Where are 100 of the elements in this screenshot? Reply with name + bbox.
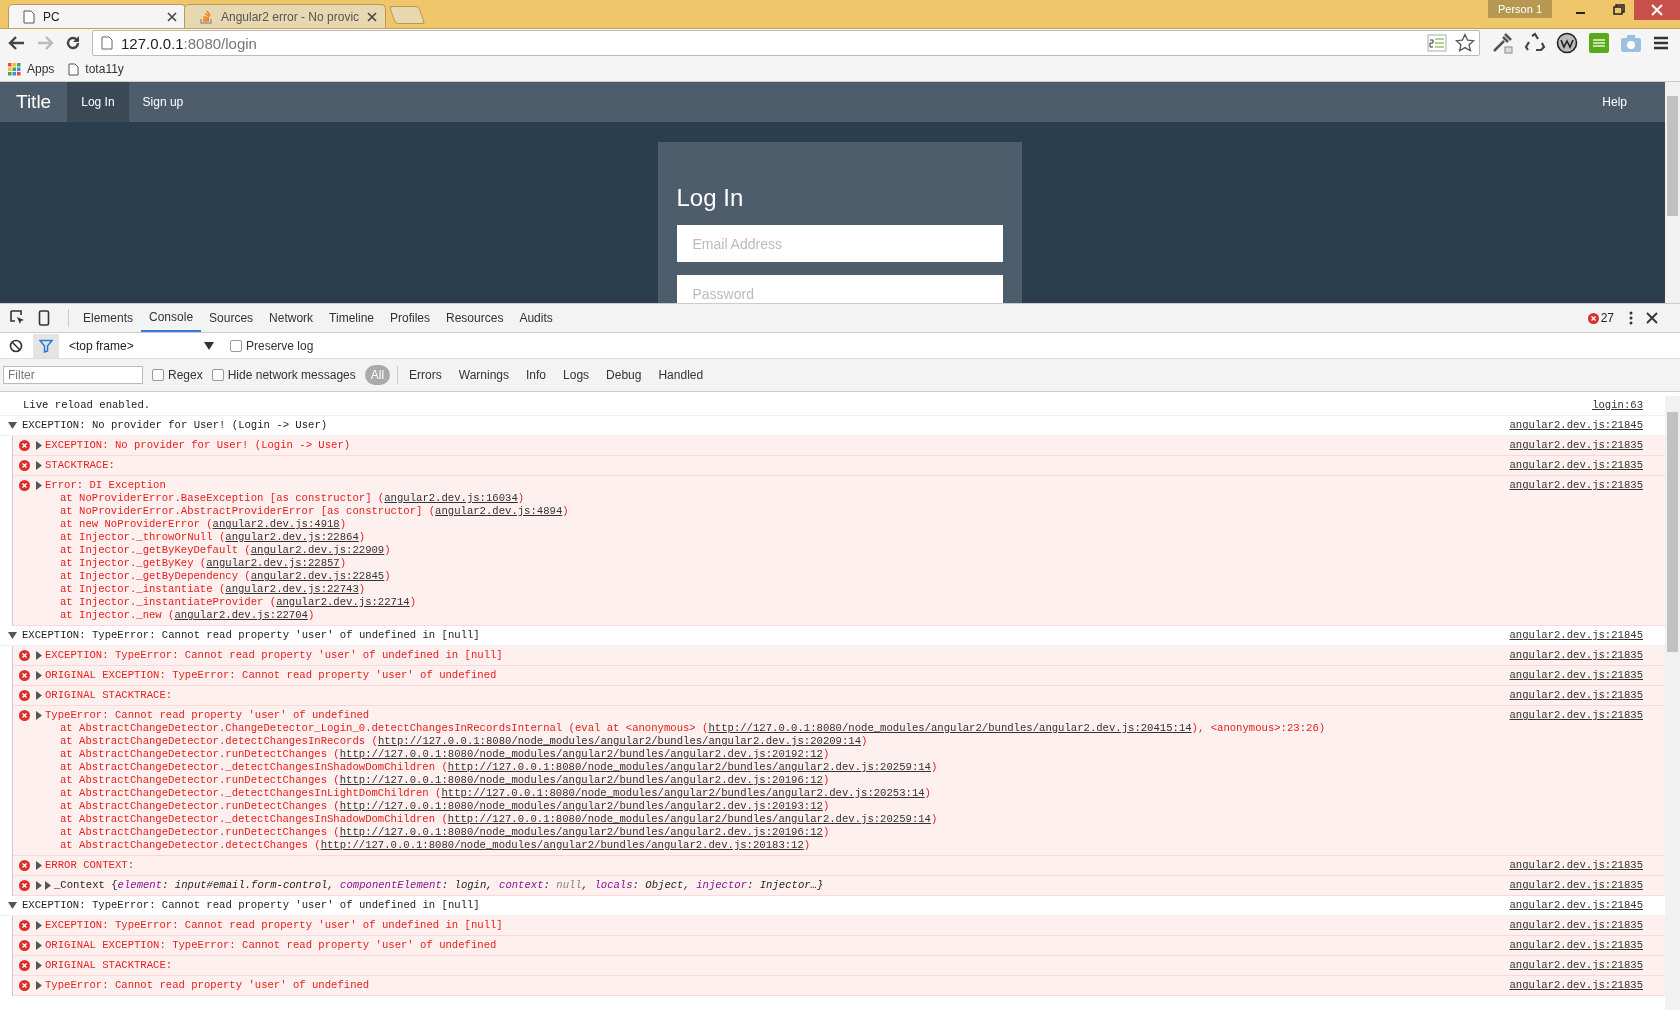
stack-trace-link[interactable]: http://127.0.0.1:8080/node_modules/angular2/bundles/angular2.dev.js:20259:14: [447, 813, 931, 825]
bookmark[interactable]: tota11y: [68, 62, 124, 76]
level-filter[interactable]: Debug: [602, 365, 646, 385]
preserve-log-checkbox[interactable]: Preserve log: [230, 338, 314, 353]
source-link[interactable]: angular2.dev.js:21835: [1499, 459, 1665, 472]
error-counter[interactable]: 27: [1587, 311, 1614, 325]
wave-circle-icon[interactable]: [1556, 32, 1578, 54]
stack-trace-link[interactable]: angular2.dev.js:22857: [206, 557, 340, 569]
level-filter[interactable]: Errors: [405, 365, 446, 385]
stack-trace-link[interactable]: http://127.0.0.1:8080/node_modules/angular2/bundles/angular2.dev.js:20196:12: [339, 826, 823, 838]
clear-console-icon[interactable]: [9, 338, 23, 353]
browser-tab[interactable]: Angular2 error - No provic: [184, 4, 387, 28]
level-filter[interactable]: Info: [522, 365, 551, 385]
stack-trace-link[interactable]: angular2.dev.js:22845: [250, 570, 385, 582]
brand-title[interactable]: Title: [0, 82, 68, 122]
source-link[interactable]: angular2.dev.js:21835: [1499, 959, 1665, 972]
level-filter[interactable]: Warnings: [454, 365, 513, 385]
device-icon[interactable]: [38, 310, 50, 326]
stack-trace-link[interactable]: angular2.dev.js:22864: [225, 531, 359, 543]
stack-trace-link[interactable]: http://127.0.0.1:8080/node_modules/angular2/bundles/angular2.dev.js:20193:12: [339, 800, 823, 812]
level-filter[interactable]: Handled: [654, 365, 708, 385]
collapsed-triangle-icon[interactable]: [35, 711, 43, 720]
expanded-triangle-icon[interactable]: [8, 631, 17, 640]
collapsed-triangle-icon[interactable]: [35, 461, 43, 470]
filter-toggle[interactable]: [33, 333, 59, 358]
stack-trace-link[interactable]: angular2.dev.js:22714: [276, 596, 410, 608]
stack-trace-link[interactable]: http://127.0.0.1:8080/node_modules/angular2/bundles/angular2.dev.js:20192:12: [339, 748, 823, 760]
collapsed-triangle-icon[interactable]: [35, 941, 43, 950]
star-icon[interactable]: [1455, 33, 1475, 53]
source-link[interactable]: angular2.dev.js:21835: [1499, 479, 1665, 492]
menu-icon[interactable]: [1652, 35, 1670, 51]
source-link[interactable]: angular2.dev.js:21835: [1499, 939, 1665, 952]
stack-trace-link[interactable]: http://127.0.0.1:8080/node_modules/angular2/bundles/angular2.dev.js:20183:12: [320, 839, 804, 851]
inspect-icon[interactable]: [10, 310, 26, 326]
help-link[interactable]: Help: [1588, 82, 1641, 122]
extension-icon[interactable]: [1588, 32, 1610, 54]
regex-checkbox[interactable]: Regex: [152, 368, 203, 382]
source-link[interactable]: angular2.dev.js:21845: [1499, 629, 1665, 642]
collapsed-triangle-icon[interactable]: [35, 481, 43, 490]
source-link[interactable]: angular2.dev.js:21835: [1499, 689, 1665, 702]
collapsed-triangle-icon[interactable]: [35, 861, 43, 870]
stack-trace-link[interactable]: angular2.dev.js:22704: [174, 609, 308, 621]
collapsed-triangle-icon[interactable]: [35, 881, 52, 890]
bookmark[interactable]: Apps: [8, 62, 55, 76]
input-field[interactable]: Password: [676, 275, 1003, 303]
browser-tab[interactable]: PC: [8, 4, 186, 28]
recycle-icon[interactable]: [1524, 32, 1546, 54]
devtools-tab[interactable]: Console: [141, 304, 202, 332]
back-arrow-icon[interactable]: [8, 35, 26, 51]
input-field[interactable]: Email Address: [676, 225, 1003, 262]
devtools-tab[interactable]: Network: [261, 304, 322, 332]
object-preview[interactable]: _Context {element: input#email.form-control, componentElement: login, context: null, locals: Object, injector: Injector…}: [54, 879, 824, 892]
more-options-icon[interactable]: [1628, 310, 1634, 326]
stack-trace-link[interactable]: angular2.dev.js:22909: [250, 544, 385, 556]
collapsed-triangle-icon[interactable]: [35, 671, 43, 680]
nav-link[interactable]: Log In: [67, 82, 129, 122]
stack-trace-link[interactable]: http://127.0.0.1:8080/node_modules/angular2/bundles/angular2.dev.js:20415:14: [708, 722, 1192, 734]
expanded-triangle-icon[interactable]: [8, 421, 17, 430]
source-link[interactable]: angular2.dev.js:21835: [1499, 859, 1665, 872]
source-link[interactable]: angular2.dev.js:21835: [1499, 439, 1665, 452]
source-link[interactable]: angular2.dev.js:21845: [1499, 899, 1665, 912]
devtools-tab[interactable]: Sources: [201, 304, 262, 332]
source-link[interactable]: angular2.dev.js:21835: [1499, 669, 1665, 682]
reload-icon[interactable]: [64, 34, 82, 52]
close-icon[interactable]: [1646, 312, 1658, 324]
source-link[interactable]: angular2.dev.js:21835: [1499, 879, 1665, 892]
scrollbar[interactable]: [1665, 396, 1680, 1010]
stack-trace-link[interactable]: angular2.dev.js:16034: [384, 492, 518, 504]
close-icon[interactable]: [167, 11, 177, 22]
context-dropdown[interactable]: <top frame>: [69, 338, 214, 353]
stack-trace-link[interactable]: http://127.0.0.1:8080/node_modules/angular2/bundles/angular2.dev.js:20196:12: [339, 774, 823, 786]
source-link[interactable]: angular2.dev.js:21835: [1499, 919, 1665, 932]
devtools-tab[interactable]: Audits: [511, 304, 561, 332]
expanded-triangle-icon[interactable]: [8, 901, 17, 910]
collapsed-triangle-icon[interactable]: [35, 691, 43, 700]
reader-icon[interactable]: [1427, 34, 1447, 52]
stack-trace-link[interactable]: http://127.0.0.1:8080/node_modules/angular2/bundles/angular2.dev.js:20209:14: [377, 735, 862, 747]
collapsed-triangle-icon[interactable]: [35, 961, 43, 970]
stack-trace-link[interactable]: angular2.dev.js:4918: [212, 518, 340, 530]
devtools-tab[interactable]: Profiles: [382, 304, 439, 332]
collapsed-triangle-icon[interactable]: [35, 441, 43, 450]
hide-network-checkbox[interactable]: Hide network messages: [211, 368, 356, 382]
stack-trace-link[interactable]: angular2.dev.js:4894: [435, 505, 563, 517]
filter-field[interactable]: Filter: [3, 366, 143, 384]
nav-link[interactable]: Sign up: [128, 82, 198, 122]
collapsed-triangle-icon[interactable]: [35, 921, 43, 930]
stack-trace-link[interactable]: http://127.0.0.1:8080/node_modules/angular2/bundles/angular2.dev.js:20253:14: [441, 787, 925, 799]
devtools-tab[interactable]: Timeline: [321, 304, 382, 332]
source-link[interactable]: angular2.dev.js:21835: [1499, 709, 1665, 722]
stack-trace-link[interactable]: angular2.dev.js:22743: [225, 583, 359, 595]
devtools-tab[interactable]: Elements: [75, 304, 142, 332]
devtools-tab[interactable]: Resources: [438, 304, 512, 332]
close-icon[interactable]: [367, 11, 378, 22]
collapsed-triangle-icon[interactable]: [35, 651, 43, 660]
address-bar[interactable]: 127.0.0.1:8080/login: [92, 30, 1480, 56]
stack-trace-link[interactable]: http://127.0.0.1:8080/node_modules/angular2/bundles/angular2.dev.js:20259:14: [447, 761, 931, 773]
level-filter[interactable]: Logs: [559, 365, 594, 385]
source-link[interactable]: angular2.dev.js:21845: [1499, 419, 1665, 432]
source-link[interactable]: login:63: [1582, 399, 1665, 412]
collapsed-triangle-icon[interactable]: [35, 981, 43, 990]
